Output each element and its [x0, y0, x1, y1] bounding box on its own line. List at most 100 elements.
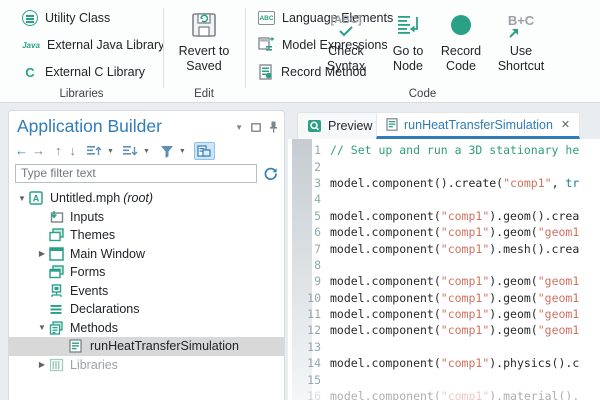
code-text: model.component("comp1").geom().crea — [330, 209, 579, 223]
use-shortcut-label: Use Shortcut — [490, 44, 552, 74]
expander-open-icon[interactable]: ▼ — [35, 323, 49, 332]
close-tab-icon[interactable]: ✕ — [561, 118, 570, 131]
revert-to-saved-button[interactable]: Revert to Saved — [173, 6, 235, 74]
code-line[interactable]: 13 — [288, 339, 600, 355]
tree-item-run-heat-transfer-simulation[interactable]: runHeatTransferSimulation — [9, 337, 284, 356]
code-line[interactable]: 3model.component().create("comp1", tr — [288, 175, 600, 191]
tab-run-heat-transfer-simulation[interactable]: runHeatTransferSimulation ✕ — [376, 112, 580, 139]
code-line[interactable]: 9model.component("comp1").geom("geom1 — [288, 273, 600, 289]
code-line[interactable]: 4 — [288, 191, 600, 207]
line-number: 14 — [288, 356, 330, 370]
declarations-icon — [49, 302, 64, 316]
tree-item-themes[interactable]: Themes — [9, 226, 284, 245]
model-tree: ▼ A Untitled.mph (root) Inputs Themes ▶ … — [9, 189, 284, 400]
tab-preview[interactable]: Preview — [297, 112, 382, 139]
code-line[interactable]: 6model.component("comp1").geom("geom1 — [288, 224, 600, 240]
record-code-button[interactable]: Record Code — [430, 6, 492, 74]
float-window-icon[interactable] — [251, 123, 261, 132]
expander-open-icon[interactable]: ▼ — [15, 194, 29, 203]
tree-item-root[interactable]: ▼ A Untitled.mph (root) — [9, 189, 284, 208]
external-c-library-button[interactable]: C External C Library — [22, 61, 145, 83]
expander-closed-icon[interactable]: ▶ — [35, 249, 49, 258]
svg-text:A: A — [33, 194, 40, 204]
move-down-arrow-icon[interactable]: ↓ — [70, 143, 77, 159]
code-text: model.component("comp1").geom("geom1 — [330, 225, 579, 239]
show-in-model-builder-toggle[interactable] — [194, 142, 215, 160]
back-arrow-icon[interactable]: ← — [15, 143, 28, 159]
code-text: model.component("comp1").material(). — [330, 389, 579, 400]
code-line[interactable]: 2 — [288, 158, 600, 174]
line-number: 10 — [288, 291, 330, 305]
code-text: model.component("comp1").geom("geom1 — [330, 323, 579, 337]
filter-funnel-icon[interactable] — [160, 145, 174, 158]
expander-closed-icon[interactable]: ▶ — [35, 360, 49, 369]
language-elements-icon: ABC — [258, 11, 275, 25]
code-line[interactable]: 10model.component("comp1").geom("geom1 — [288, 290, 600, 306]
collapse-list-caret-icon[interactable]: ▼ — [143, 148, 150, 155]
code-editor[interactable]: 1// Set up and run a 3D stationary he 23m… — [288, 139, 600, 400]
code-line[interactable]: 5model.component("comp1").geom().crea — [288, 208, 600, 224]
events-icon — [49, 284, 64, 298]
line-number: 7 — [288, 242, 330, 256]
collapse-list-icon[interactable] — [122, 144, 138, 158]
record-method-icon — [258, 64, 274, 80]
tree-item-forms[interactable]: Forms — [9, 263, 284, 282]
ribbon-separator — [245, 8, 246, 88]
check-syntax-icon: [ABC] — [330, 6, 361, 44]
check-syntax-button[interactable]: [ABC] Check Syntax — [315, 6, 377, 74]
pin-icon[interactable] — [269, 121, 278, 133]
tree-item-libraries[interactable]: ▶ Libraries — [9, 356, 284, 375]
tree-item-main-window[interactable]: ▶ Main Window — [9, 245, 284, 264]
line-number: 11 — [288, 307, 330, 321]
expand-list-icon[interactable] — [86, 144, 102, 158]
panel-menu-chevron-icon[interactable]: ▼ — [235, 123, 243, 132]
move-up-arrow-icon[interactable]: ↑ — [55, 143, 62, 159]
tree-item-inputs[interactable]: Inputs — [9, 208, 284, 227]
forward-arrow-icon[interactable]: → — [32, 143, 45, 159]
filter-caret-icon[interactable]: ▼ — [179, 148, 186, 155]
tree-item-methods[interactable]: ▼ Methods — [9, 319, 284, 338]
method-document-icon — [69, 339, 84, 353]
code-line[interactable]: 14model.component("comp1").physics().c — [288, 355, 600, 371]
line-number: 5 — [288, 209, 330, 223]
code-line[interactable]: 11model.component("comp1").geom("geom1 — [288, 306, 600, 322]
code-line[interactable]: 7model.component("comp1").mesh().crea — [288, 240, 600, 256]
line-number: 8 — [288, 258, 330, 272]
tree-item-declarations[interactable]: Declarations — [9, 300, 284, 319]
line-number: 9 — [288, 274, 330, 288]
code-text: // Set up and run a 3D stationary he — [330, 143, 579, 157]
code-line[interactable]: 16model.component("comp1").material(). — [288, 388, 600, 400]
methods-icon — [49, 321, 64, 335]
libraries-icon — [49, 358, 64, 372]
code-text: model.component("comp1").geom("geom1 — [330, 307, 579, 321]
expand-list-caret-icon[interactable]: ▼ — [107, 148, 114, 155]
code-group-label: Code — [245, 88, 600, 100]
preview-icon — [307, 119, 322, 133]
filter-input[interactable] — [15, 164, 257, 183]
tree-item-label: runHeatTransferSimulation — [90, 339, 239, 353]
code-line[interactable]: 12model.component("comp1").geom("geom1 — [288, 322, 600, 338]
tree-item-label: Inputs — [70, 210, 104, 224]
revert-floppy-icon — [189, 6, 219, 44]
code-line[interactable]: 1// Set up and run a 3D stationary he — [288, 142, 600, 158]
line-number: 13 — [288, 340, 330, 354]
utility-class-label: Utility Class — [45, 11, 110, 25]
external-java-library-label: External Java Library — [47, 38, 164, 52]
utility-class-button[interactable]: Utility Class — [22, 7, 110, 29]
use-shortcut-button[interactable]: B+C Use Shortcut — [490, 6, 552, 74]
themes-icon — [49, 228, 64, 242]
code-line[interactable]: 8 — [288, 257, 600, 273]
tree-item-events[interactable]: Events — [9, 282, 284, 301]
forms-icon — [49, 265, 64, 279]
ribbon: Utility Class Java External Java Library… — [0, 0, 600, 103]
code-lines: 1// Set up and run a 3D stationary he 23m… — [288, 142, 600, 400]
line-number: 15 — [288, 373, 330, 387]
inputs-icon — [49, 210, 64, 224]
code-text: model.component("comp1").mesh().crea — [330, 242, 579, 256]
code-line[interactable]: 15 — [288, 371, 600, 387]
external-java-library-button[interactable]: Java External Java Library — [22, 34, 164, 56]
line-number: 4 — [288, 192, 330, 206]
refresh-icon[interactable] — [263, 166, 278, 181]
tab-method-label: runHeatTransferSimulation — [404, 118, 553, 132]
line-number: 2 — [288, 160, 330, 174]
